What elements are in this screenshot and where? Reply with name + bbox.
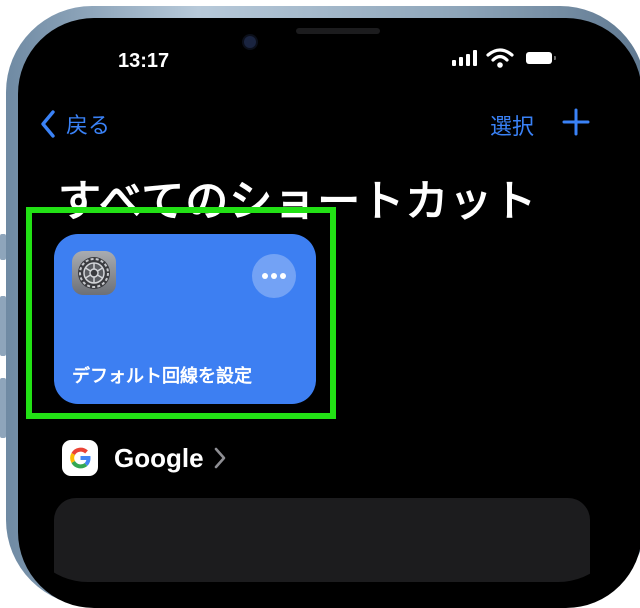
plus-icon[interactable] [562,108,590,136]
chevron-right-icon [214,447,225,469]
chevron-left-icon [41,110,55,138]
back-button[interactable]: 戻る [40,108,110,140]
google-logo-icon [62,440,98,476]
google-folder-row[interactable]: Google [62,440,226,476]
settings-gear-icon [72,251,116,295]
select-button[interactable]: 選択 [490,109,534,141]
action-button [0,234,6,260]
front-camera [244,36,256,48]
earpiece-speaker [296,28,380,34]
folder-label: Google [114,442,204,473]
battery-icon [526,52,556,64]
shortcut-card-partial[interactable] [54,498,590,582]
back-label: 戻る [66,114,111,139]
status-time: 13:17 [118,50,170,72]
shortcut-label: デフォルト回線を設定 [72,366,252,387]
cellular-signal-icon [452,50,478,66]
more-options-button[interactable] [252,254,296,298]
wifi-icon [486,48,514,68]
shortcut-tile[interactable]: デフォルト回線を設定 [54,234,316,404]
volume-down-button [0,378,6,438]
volume-up-button [0,296,6,356]
phone-screen: 13:17 戻る 選択 すべてのショートカット デフォルト回線を設定 Googl… [22,22,624,582]
dynamic-notch [232,22,444,70]
